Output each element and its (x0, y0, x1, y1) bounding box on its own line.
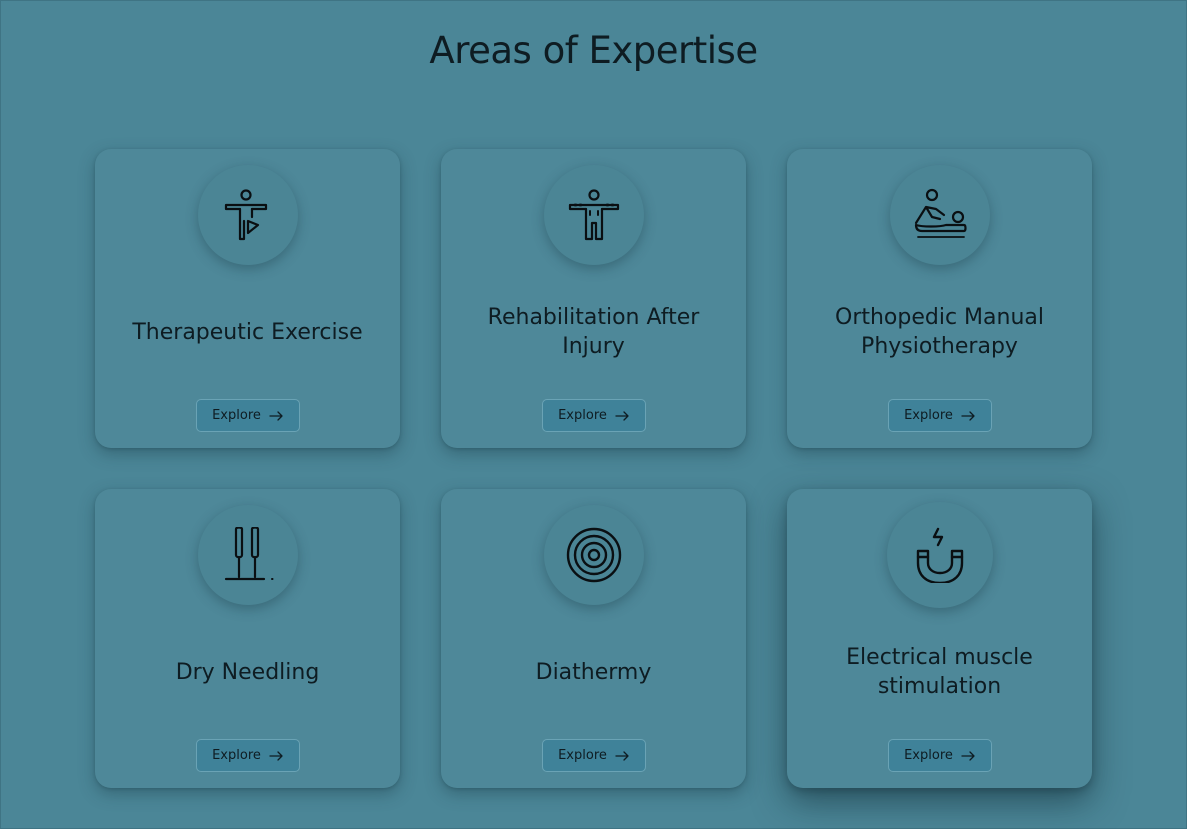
card-dry-needling: Dry Needling Explore (95, 489, 400, 788)
card-title: Rehabilitation After Injury (487, 305, 700, 359)
icon-circle (886, 502, 993, 608)
card-therapeutic-exercise: Therapeutic Exercise Explore (95, 149, 400, 448)
rehab-figure-icon (568, 189, 619, 241)
card-title: Orthopedic Manual Physiotherapy (835, 305, 1044, 359)
card-title: Therapeutic Exercise (132, 319, 363, 345)
explore-label: Explore (904, 748, 953, 763)
concentric-circles-icon (566, 527, 621, 583)
magnet-icon (916, 527, 963, 583)
icon-circle (889, 165, 990, 265)
card-electrical-muscle-stimulation: Electrical muscle stimulation Explore (787, 489, 1092, 788)
page: Areas of Expertise Therapeutic Exercise … (0, 0, 1187, 829)
explore-label: Explore (212, 408, 261, 423)
card-orthopedic-manual: Orthopedic Manual Physiotherapy Explore (787, 149, 1092, 448)
explore-button[interactable]: Explore (195, 739, 300, 772)
arrow-right-icon (961, 410, 975, 421)
explore-button[interactable]: Explore (887, 399, 992, 432)
icon-circle (543, 165, 644, 265)
arrow-right-icon (615, 750, 629, 761)
card-title: Electrical muscle stimulation (846, 645, 1033, 699)
icon-circle (197, 165, 298, 265)
explore-label: Explore (558, 408, 607, 423)
icon-circle (543, 505, 644, 605)
massage-icon (914, 188, 967, 238)
card-title: Diathermy (535, 659, 652, 685)
explore-label: Explore (212, 748, 261, 763)
arrow-right-icon (615, 410, 629, 421)
arrow-right-icon (269, 750, 283, 761)
card-diathermy: Diathermy Explore (441, 489, 746, 788)
explore-label: Explore (558, 748, 607, 763)
explore-button[interactable]: Explore (541, 399, 646, 432)
explore-button[interactable]: Explore (541, 739, 646, 772)
exercise-figure-icon (224, 189, 267, 241)
arrow-right-icon (961, 750, 975, 761)
arrow-right-icon (269, 410, 283, 421)
explore-button[interactable]: Explore (887, 739, 992, 772)
page-title: Areas of Expertise (429, 29, 758, 72)
icon-circle (197, 505, 298, 605)
card-rehabilitation: Rehabilitation After Injury Explore (441, 149, 746, 448)
explore-label: Explore (904, 408, 953, 423)
card-title: Dry Needling (175, 659, 320, 685)
needles-icon (224, 527, 273, 581)
explore-button[interactable]: Explore (195, 399, 300, 432)
